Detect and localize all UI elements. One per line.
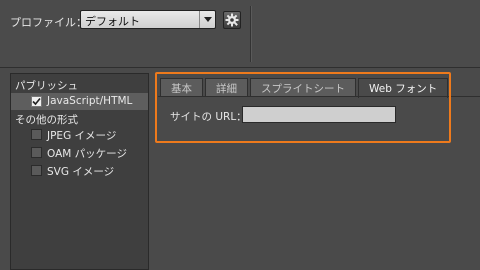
list-item-label: OAM パッケージ: [47, 148, 127, 160]
list-item-label: JavaScript/HTML: [47, 95, 133, 107]
tab-basic[interactable]: 基本: [160, 78, 203, 97]
tab-advanced[interactable]: 詳細: [205, 78, 248, 97]
profile-label: プロファイル：: [10, 16, 87, 29]
list-item-label: JPEG イメージ: [47, 130, 117, 142]
profile-dropdown[interactable]: デフォルト: [80, 10, 216, 29]
toolbar-divider: [250, 6, 251, 62]
site-url-label: サイトの URL：: [170, 111, 247, 123]
checkmark-icon: [32, 97, 41, 106]
settings-tabs: 基本 詳細 スプライトシート Web フォント: [160, 78, 450, 98]
gear-icon: [225, 13, 239, 27]
site-url-input[interactable]: [242, 106, 396, 123]
chevron-down-icon: [199, 11, 215, 28]
settings-panel: [155, 73, 480, 270]
javascript-html-checkbox[interactable]: [31, 96, 42, 107]
jpeg-checkbox[interactable]: [31, 129, 42, 140]
other-formats-section-header: その他の形式: [15, 114, 78, 126]
svg-checkbox[interactable]: [31, 165, 42, 176]
profile-toolbar: プロファイル： デフォルト: [0, 0, 480, 68]
tab-spritesheet[interactable]: スプライトシート: [250, 78, 356, 97]
list-item-label: SVG イメージ: [47, 166, 115, 178]
publish-section-header: パブリッシュ: [15, 80, 78, 92]
tab-web-fonts[interactable]: Web フォント: [358, 78, 449, 98]
publish-target-list: パブリッシュ JavaScript/HTML その他の形式 JPEG イメージ …: [10, 73, 149, 270]
profile-dropdown-value: デフォルト: [85, 15, 140, 28]
list-item-jpeg[interactable]: JPEG イメージ: [11, 126, 148, 143]
list-item-oam[interactable]: OAM パッケージ: [11, 144, 148, 161]
profile-settings-button[interactable]: [223, 11, 241, 29]
list-item-svg[interactable]: SVG イメージ: [11, 162, 148, 179]
oam-checkbox[interactable]: [31, 147, 42, 158]
tab-divider: [158, 96, 480, 97]
list-item-javascript-html[interactable]: JavaScript/HTML: [11, 93, 148, 110]
